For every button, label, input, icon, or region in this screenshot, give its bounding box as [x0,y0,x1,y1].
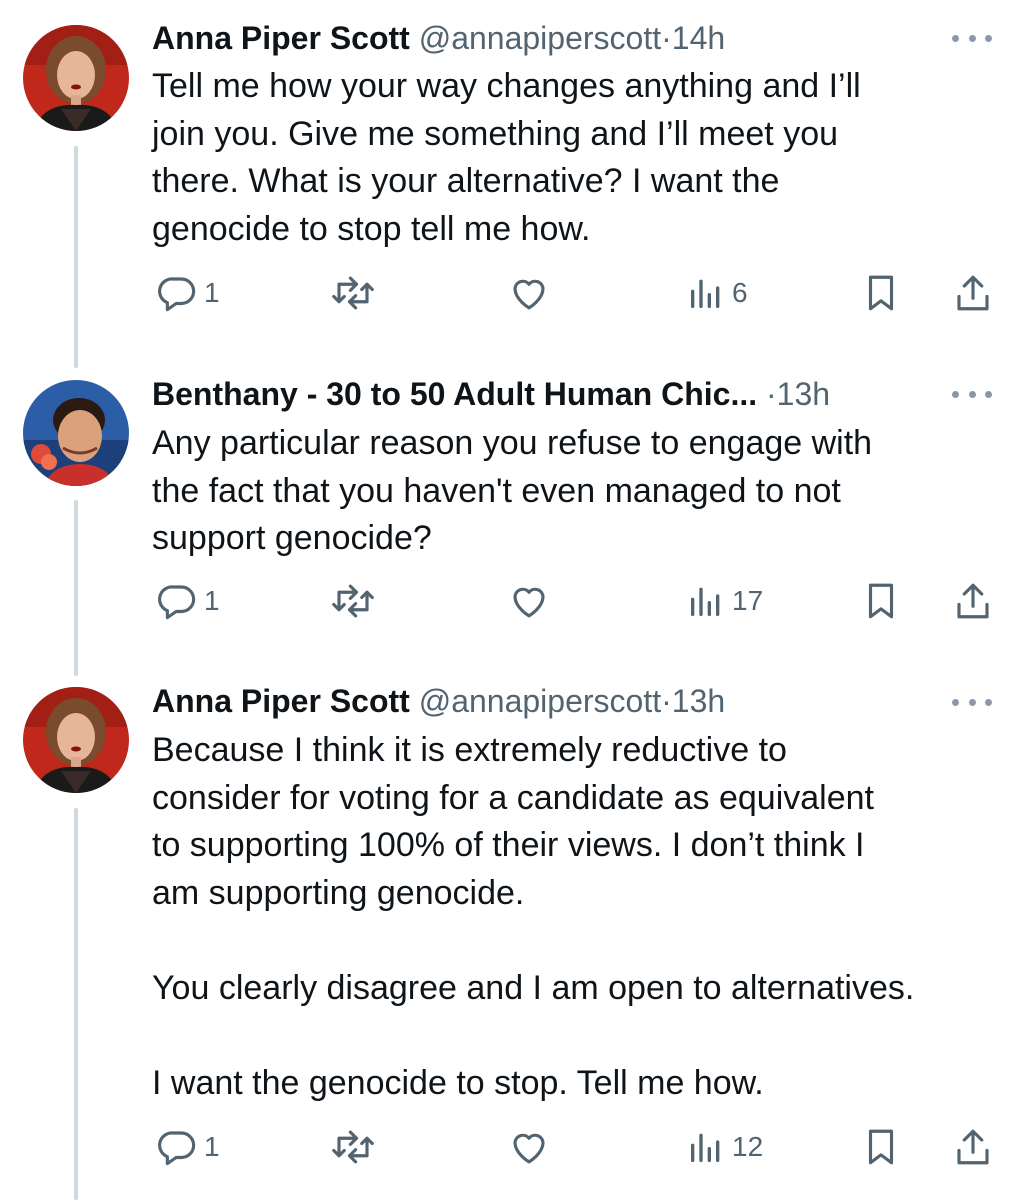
author-handle[interactable]: @annapiperscott [419,683,661,719]
views-icon [691,1133,720,1162]
reply-count: 1 [204,1131,220,1162]
tweet-text: Any particular reason you refuse to enga… [152,424,873,557]
separator-dot: · [661,683,672,719]
views-button[interactable]: 12 [686,1122,763,1172]
author-name[interactable]: Anna Piper Scott [152,683,410,719]
share-icon [957,1129,989,1165]
action-bar: 1 6 [152,268,998,318]
share-button[interactable] [952,576,994,626]
reply-count: 1 [204,585,220,616]
action-bar: 1 17 [152,576,998,626]
reply-icon [158,1131,196,1166]
reply-button[interactable]: 1 [156,268,220,318]
views-icon [691,279,720,308]
like-button[interactable] [508,576,556,626]
views-button[interactable]: 17 [686,576,763,626]
author-name[interactable]: Anna Piper Scott [152,20,410,56]
like-button[interactable] [508,268,556,318]
share-button[interactable] [952,268,994,318]
more-icon[interactable] [952,692,992,712]
avatar[interactable] [23,380,129,486]
tweet-header: Benthany - 30 to 50 Adult Human Chic... … [152,372,948,416]
share-icon [957,583,989,619]
action-bar: 1 12 [152,1122,998,1172]
view-count: 17 [732,585,764,616]
separator-dot: · [766,376,777,412]
repost-button[interactable] [330,268,382,318]
bookmark-icon [868,275,894,311]
more-icon[interactable] [952,384,992,404]
like-icon [513,279,545,310]
thread-connector [74,500,78,676]
tweet-header: Anna Piper Scott @annapiperscott·14h [152,16,948,60]
more-icon[interactable] [952,28,992,48]
timestamp[interactable]: 13h [672,683,725,719]
timestamp[interactable]: 13h [777,376,830,412]
repost-icon [332,276,374,310]
bookmark-icon [868,583,894,619]
tweet-header: Anna Piper Scott @annapiperscott·13h [152,679,948,723]
views-icon [691,587,720,616]
bookmark-button[interactable] [860,576,902,626]
tweet-text: Tell me how your way changes anything an… [152,67,861,248]
timestamp[interactable]: 14h [672,20,725,56]
repost-icon [332,584,374,618]
share-icon [957,275,989,311]
view-count: 12 [732,1131,764,1162]
bookmark-icon [868,1129,894,1165]
like-icon [513,587,545,618]
reply-icon [158,585,196,620]
author-handle[interactable]: @annapiperscott [419,20,661,56]
repost-icon [332,1130,374,1164]
like-icon [513,1133,545,1164]
bookmark-button[interactable] [860,268,902,318]
reply-button[interactable]: 1 [156,1122,220,1172]
reply-count: 1 [204,277,220,308]
like-button[interactable] [508,1122,556,1172]
separator-dot: · [661,20,672,56]
author-name[interactable]: Benthany - 30 to 50 Adult Human Chic... [152,376,757,412]
reply-icon [158,277,196,312]
bookmark-button[interactable] [860,1122,902,1172]
avatar[interactable] [23,687,129,793]
views-button[interactable]: 6 [686,268,748,318]
view-count: 6 [732,277,748,308]
thread-connector [74,808,78,1200]
thread-connector [74,146,78,368]
avatar[interactable] [23,25,129,131]
repost-button[interactable] [330,576,382,626]
tweet-text: Because I think it is extremely reductiv… [152,731,915,1102]
share-button[interactable] [952,1122,994,1172]
reply-button[interactable]: 1 [156,576,220,626]
repost-button[interactable] [330,1122,382,1172]
